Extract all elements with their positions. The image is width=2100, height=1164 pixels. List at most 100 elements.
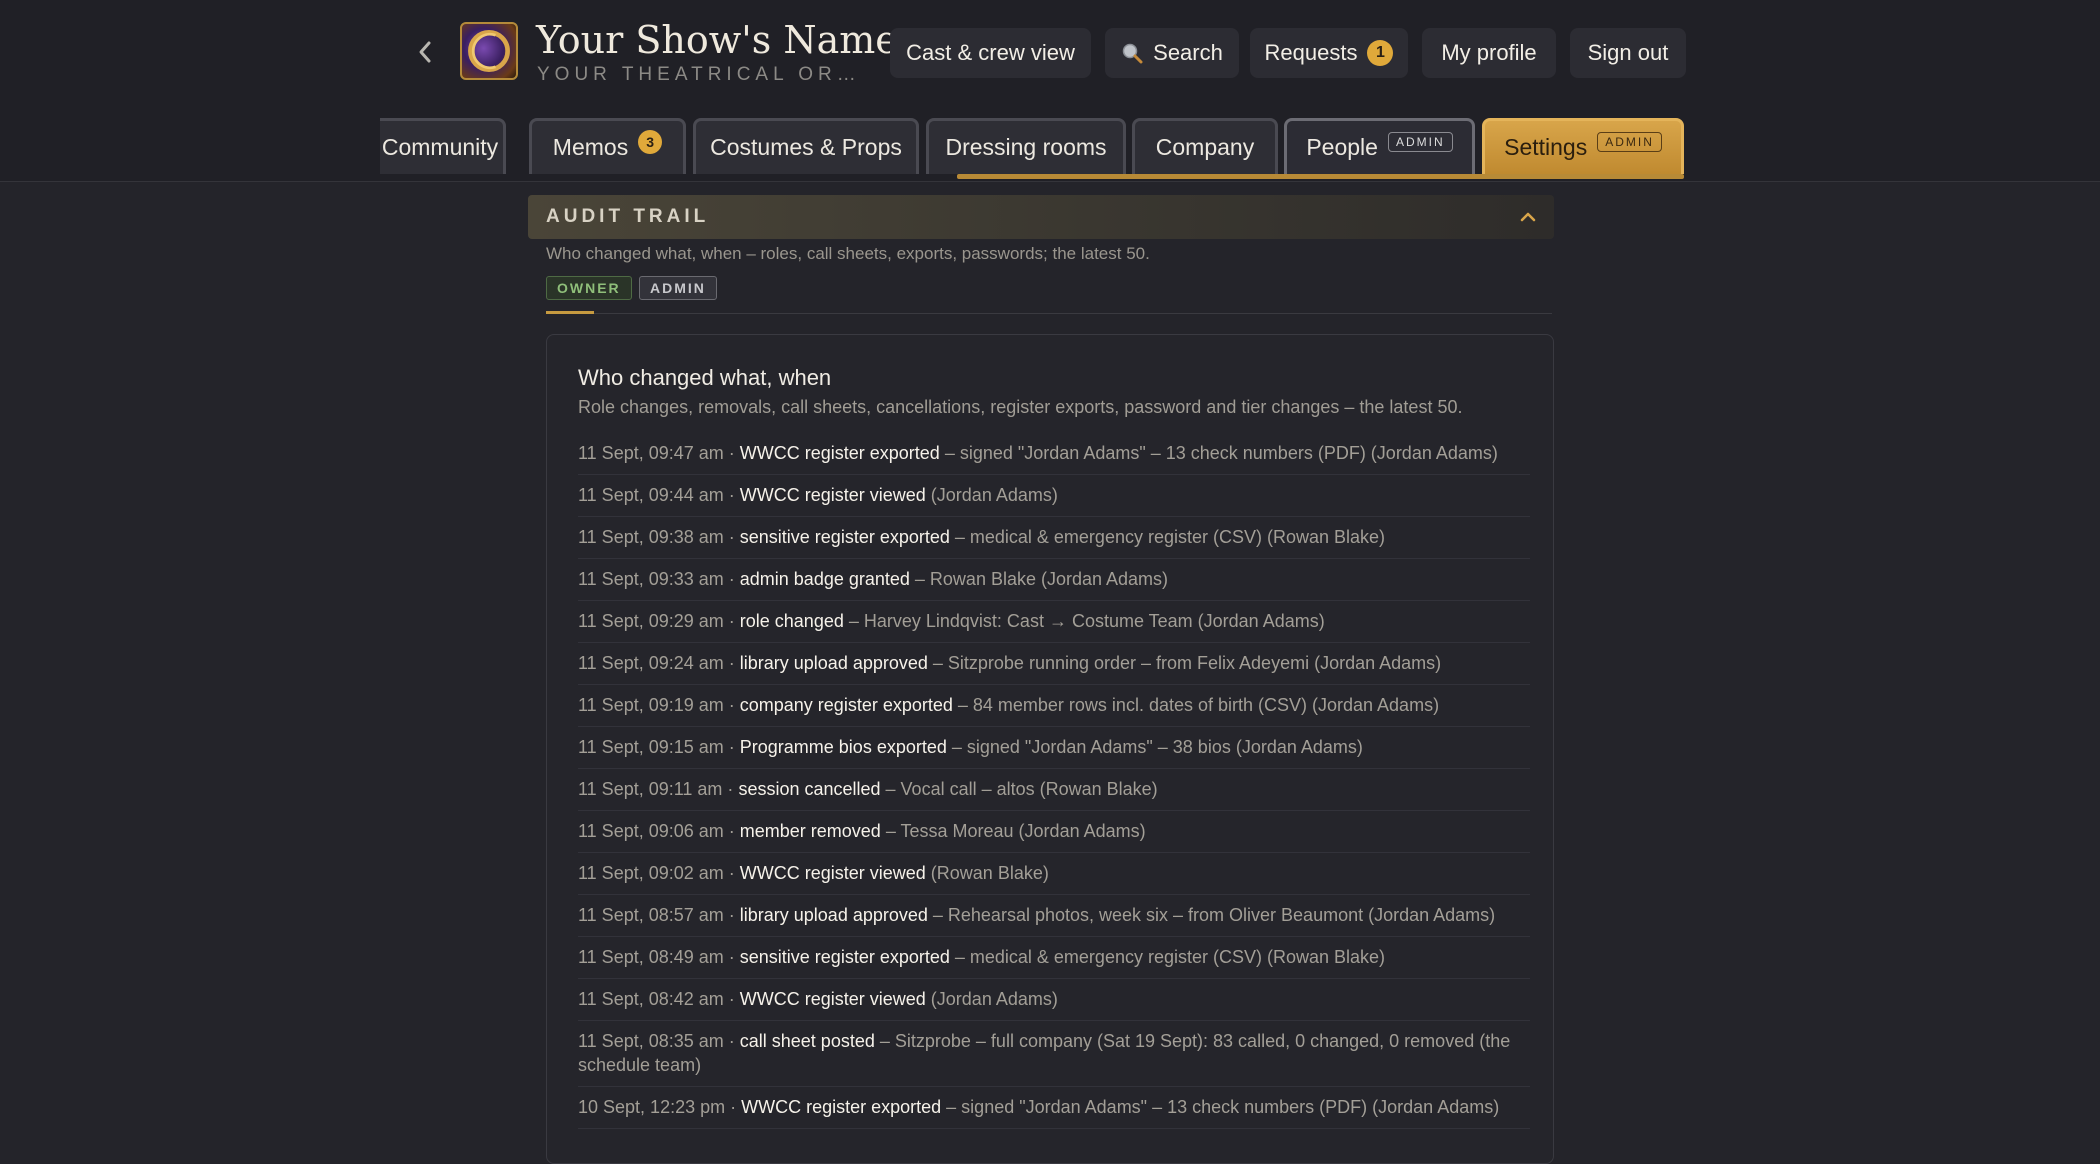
log-timestamp: 11 Sept, 09:02 am · bbox=[578, 863, 740, 883]
section-divider bbox=[546, 313, 1552, 314]
tab-company[interactable]: Company bbox=[1132, 118, 1278, 174]
log-detail: (Jordan Adams) bbox=[925, 989, 1058, 1009]
log-detail: – Sitzprobe running order – from Felix A… bbox=[927, 653, 1442, 673]
card-title: Who changed what, when bbox=[578, 365, 832, 390]
my-profile-label: My profile bbox=[1441, 40, 1537, 65]
tab-community[interactable]: Community bbox=[380, 118, 506, 174]
log-entry: 11 Sept, 08:35 am · call sheet posted – … bbox=[578, 1021, 1530, 1087]
log-detail: – signed "Jordan Adams" – 38 bios (Jorda… bbox=[946, 737, 1363, 757]
tab-settings-label: Settings bbox=[1504, 134, 1588, 160]
search-icon bbox=[1122, 43, 1143, 64]
log-action: WWCC register exported bbox=[741, 1097, 942, 1117]
log-detail: – medical & emergency register (CSV) (Ro… bbox=[949, 527, 1386, 547]
log-entry: 11 Sept, 09:15 am · Programme bios expor… bbox=[578, 727, 1530, 769]
log-action: role changed bbox=[739, 611, 844, 631]
log-timestamp: 11 Sept, 08:42 am · bbox=[578, 989, 740, 1009]
log-action: library upload approved bbox=[739, 905, 928, 925]
my-profile-button[interactable]: My profile bbox=[1422, 28, 1556, 78]
tab-costumes-props[interactable]: Costumes & Props bbox=[693, 118, 919, 174]
log-action: WWCC register viewed bbox=[739, 863, 926, 883]
tab-costumes-props-label: Costumes & Props bbox=[710, 134, 902, 160]
tab-dressing-rooms[interactable]: Dressing rooms bbox=[926, 118, 1126, 174]
requests-count-badge: 1 bbox=[1367, 40, 1394, 66]
log-timestamp: 11 Sept, 09:24 am · bbox=[578, 653, 740, 673]
log-detail: – medical & emergency register (CSV) (Ro… bbox=[949, 947, 1386, 967]
log-timestamp: 11 Sept, 09:38 am · bbox=[578, 527, 740, 547]
show-title: Your Show's Name bbox=[536, 18, 898, 62]
requests-button[interactable]: Requests 1 bbox=[1250, 28, 1408, 78]
log-action: admin badge granted bbox=[739, 569, 910, 589]
log-entry: 11 Sept, 08:57 am · library upload appro… bbox=[578, 895, 1530, 937]
log-timestamp: 11 Sept, 08:57 am · bbox=[578, 905, 740, 925]
log-entry: 11 Sept, 09:24 am · library upload appro… bbox=[578, 643, 1530, 685]
tab-community-label: Community bbox=[381, 134, 499, 160]
log-action: library upload approved bbox=[739, 653, 928, 673]
back-button[interactable] bbox=[408, 34, 442, 70]
search-label: Search bbox=[1153, 40, 1223, 65]
log-action: sensitive register exported bbox=[739, 527, 950, 547]
log-timestamp: 11 Sept, 09:47 am · bbox=[578, 443, 740, 463]
log-timestamp: 11 Sept, 09:15 am · bbox=[578, 737, 740, 757]
log-timestamp: 11 Sept, 08:49 am · bbox=[578, 947, 740, 967]
tab-dressing-rooms-label: Dressing rooms bbox=[945, 134, 1107, 160]
log-action: session cancelled bbox=[738, 779, 881, 799]
section-accent-line bbox=[546, 311, 594, 314]
log-detail: – Vocal call – altos (Rowan Blake) bbox=[880, 779, 1158, 799]
log-entry: 11 Sept, 09:29 am · role changed – Harve… bbox=[578, 601, 1530, 643]
log-action: WWCC register viewed bbox=[739, 485, 926, 505]
log-timestamp: 11 Sept, 09:29 am · bbox=[578, 611, 740, 631]
log-action: Programme bios exported bbox=[739, 737, 947, 757]
tab-memos[interactable]: Memos 3 bbox=[529, 118, 686, 174]
log-entry: 11 Sept, 09:47 am · WWCC register export… bbox=[578, 433, 1530, 475]
log-entry: 11 Sept, 09:33 am · admin badge granted … bbox=[578, 559, 1530, 601]
people-admin-tag: ADMIN bbox=[1387, 131, 1453, 152]
log-entry: 11 Sept, 09:44 am · WWCC register viewed… bbox=[578, 475, 1530, 517]
log-entry: 11 Sept, 09:06 am · member removed – Tes… bbox=[578, 811, 1530, 853]
log-entry: 11 Sept, 09:11 am · session cancelled – … bbox=[578, 769, 1530, 811]
log-action: WWCC register exported bbox=[739, 443, 940, 463]
audit-trail-header[interactable]: AUDIT TRAIL bbox=[528, 195, 1554, 239]
tab-people[interactable]: People ADMIN bbox=[1284, 118, 1475, 174]
admin-badge: ADMIN bbox=[639, 276, 717, 300]
log-action: sensitive register exported bbox=[739, 947, 950, 967]
section-description: Who changed what, when – roles, call she… bbox=[546, 244, 1150, 263]
sign-out-label: Sign out bbox=[1587, 40, 1669, 65]
log-detail: – signed "Jordan Adams" – 13 check numbe… bbox=[939, 443, 1498, 463]
log-entry: 11 Sept, 09:38 am · sensitive register e… bbox=[578, 517, 1530, 559]
log-timestamp: 11 Sept, 09:06 am · bbox=[578, 821, 740, 841]
log-detail: (Jordan Adams) bbox=[925, 485, 1058, 505]
requests-label: Requests bbox=[1264, 40, 1358, 65]
chevron-up-icon[interactable] bbox=[1518, 207, 1538, 227]
log-action: member removed bbox=[739, 821, 881, 841]
memos-count-badge: 3 bbox=[638, 129, 663, 154]
search-button[interactable]: Search bbox=[1105, 28, 1239, 78]
log-entry: 11 Sept, 09:19 am · company register exp… bbox=[578, 685, 1530, 727]
tab-people-label: People bbox=[1306, 134, 1378, 160]
log-timestamp: 11 Sept, 09:11 am · bbox=[578, 779, 739, 799]
log-detail: – Harvey Lindqvist: Cast → Costume Team … bbox=[843, 611, 1325, 631]
organisation-name: YOUR THEATRICAL ORGAN... bbox=[537, 64, 865, 85]
top-bar: Your Show's Name YOUR THEATRICAL ORGAN..… bbox=[0, 0, 2100, 182]
settings-admin-tag: ADMIN bbox=[1597, 131, 1662, 152]
tab-company-label: Company bbox=[1155, 134, 1255, 160]
log-entry: 11 Sept, 09:02 am · WWCC register viewed… bbox=[578, 853, 1530, 895]
active-tab-underline bbox=[957, 174, 1684, 179]
main-tabs: Community Memos 3 Costumes & Props Dress… bbox=[380, 116, 1686, 182]
audit-log-card: Who changed what, when Role changes, rem… bbox=[546, 334, 1554, 1164]
log-entry: 11 Sept, 08:49 am · sensitive register e… bbox=[578, 937, 1530, 979]
log-timestamp: 11 Sept, 09:33 am · bbox=[578, 569, 740, 589]
log-detail: (Rowan Blake) bbox=[925, 863, 1049, 883]
cast-crew-view-label: Cast & crew view bbox=[906, 40, 1075, 65]
log-entry: 10 Sept, 12:23 pm · WWCC register export… bbox=[578, 1087, 1530, 1129]
log-detail: – signed "Jordan Adams" – 13 check numbe… bbox=[941, 1097, 1500, 1117]
tab-settings[interactable]: Settings ADMIN bbox=[1482, 118, 1684, 174]
log-action: WWCC register viewed bbox=[739, 989, 926, 1009]
log-entry: 11 Sept, 08:42 am · WWCC register viewed… bbox=[578, 979, 1530, 1021]
cast-crew-view-button[interactable]: Cast & crew view bbox=[890, 28, 1091, 78]
log-timestamp: 11 Sept, 09:44 am · bbox=[578, 485, 740, 505]
card-subtitle: Role changes, removals, call sheets, can… bbox=[578, 397, 1463, 417]
sign-out-button[interactable]: Sign out bbox=[1570, 28, 1686, 78]
owner-badge: OWNER bbox=[546, 276, 632, 300]
log-detail: – 84 member rows incl. dates of birth (C… bbox=[952, 695, 1440, 715]
log-timestamp: 11 Sept, 09:19 am · bbox=[578, 695, 740, 715]
